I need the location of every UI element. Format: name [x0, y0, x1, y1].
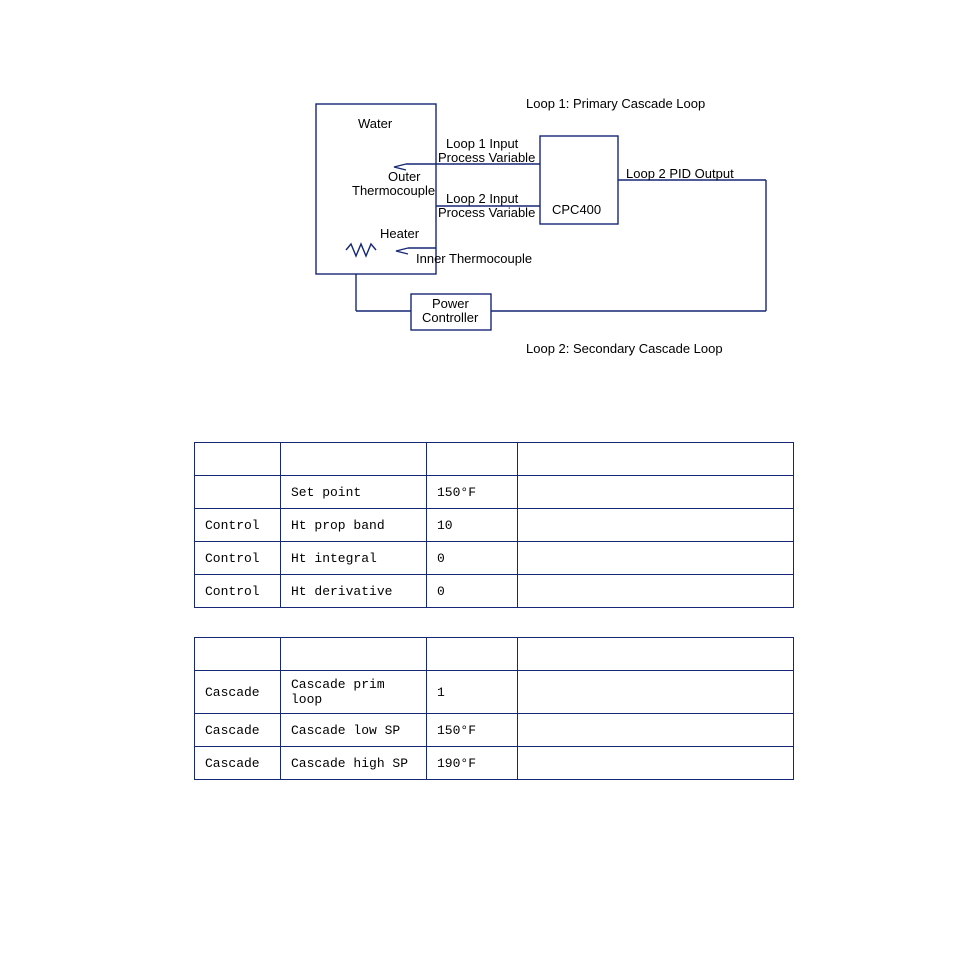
- cell: [518, 542, 794, 575]
- cell: Cascade low SP: [281, 714, 427, 747]
- loop2-input-2: Process Variable: [438, 205, 535, 220]
- parameter-table-2: Cascade Cascade prim loop 1 Cascade Casc…: [194, 637, 794, 780]
- cell: [518, 671, 794, 714]
- loop1-input-2: Process Variable: [438, 150, 535, 165]
- cell: 190°F: [427, 747, 518, 780]
- cell: Cascade high SP: [281, 747, 427, 780]
- diagram-title-loop1: Loop 1: Primary Cascade Loop: [526, 96, 705, 111]
- cell: Cascade: [195, 671, 281, 714]
- loop2-input-1: Loop 2 Input: [446, 191, 518, 206]
- cell: [518, 476, 794, 509]
- water-label: Water: [358, 116, 392, 131]
- diagram: Loop 1: Primary Cascade Loop Loop 2: Sec…: [316, 96, 816, 336]
- loop1-input-1: Loop 1 Input: [446, 136, 518, 151]
- cell: [518, 747, 794, 780]
- diagram-title-loop2: Loop 2: Secondary Cascade Loop: [526, 341, 723, 356]
- cell: 150°F: [427, 476, 518, 509]
- table-row: Set point 150°F: [195, 476, 794, 509]
- cell: 10: [427, 509, 518, 542]
- outer-tc-label-2: Thermocouple: [352, 183, 435, 198]
- power-ctrl-label-1: Power: [432, 296, 469, 311]
- cell: Set point: [281, 476, 427, 509]
- cell: 0: [427, 575, 518, 608]
- power-ctrl-label-2: Controller: [422, 310, 478, 325]
- loop2-output-label: Loop 2 PID Output: [626, 166, 734, 181]
- cell: Cascade: [195, 714, 281, 747]
- cell: Control: [195, 509, 281, 542]
- table-row: Control Ht integral 0: [195, 542, 794, 575]
- cell: Ht prop band: [281, 509, 427, 542]
- cell: [518, 575, 794, 608]
- cell: [518, 509, 794, 542]
- cell: Ht derivative: [281, 575, 427, 608]
- cell: 1: [427, 671, 518, 714]
- outer-tc-label-1: Outer: [388, 169, 421, 184]
- cell: [195, 476, 281, 509]
- cell: 0: [427, 542, 518, 575]
- cell: Cascade prim loop: [281, 671, 427, 714]
- table-row: Control Ht prop band 10: [195, 509, 794, 542]
- cell: [518, 714, 794, 747]
- cell: Ht integral: [281, 542, 427, 575]
- inner-tc-label: Inner Thermocouple: [416, 251, 532, 266]
- cell: Cascade: [195, 747, 281, 780]
- parameter-table-1: Set point 150°F Control Ht prop band 10 …: [194, 442, 794, 608]
- table-header-row: [195, 638, 794, 671]
- cell: 150°F: [427, 714, 518, 747]
- table-row: Cascade Cascade low SP 150°F: [195, 714, 794, 747]
- cpc400-label: CPC400: [552, 202, 601, 217]
- table-row: Control Ht derivative 0: [195, 575, 794, 608]
- cell: Control: [195, 542, 281, 575]
- table-header-row: [195, 443, 794, 476]
- cell: Control: [195, 575, 281, 608]
- table-row: Cascade Cascade high SP 190°F: [195, 747, 794, 780]
- table-row: Cascade Cascade prim loop 1: [195, 671, 794, 714]
- heater-label: Heater: [380, 226, 419, 241]
